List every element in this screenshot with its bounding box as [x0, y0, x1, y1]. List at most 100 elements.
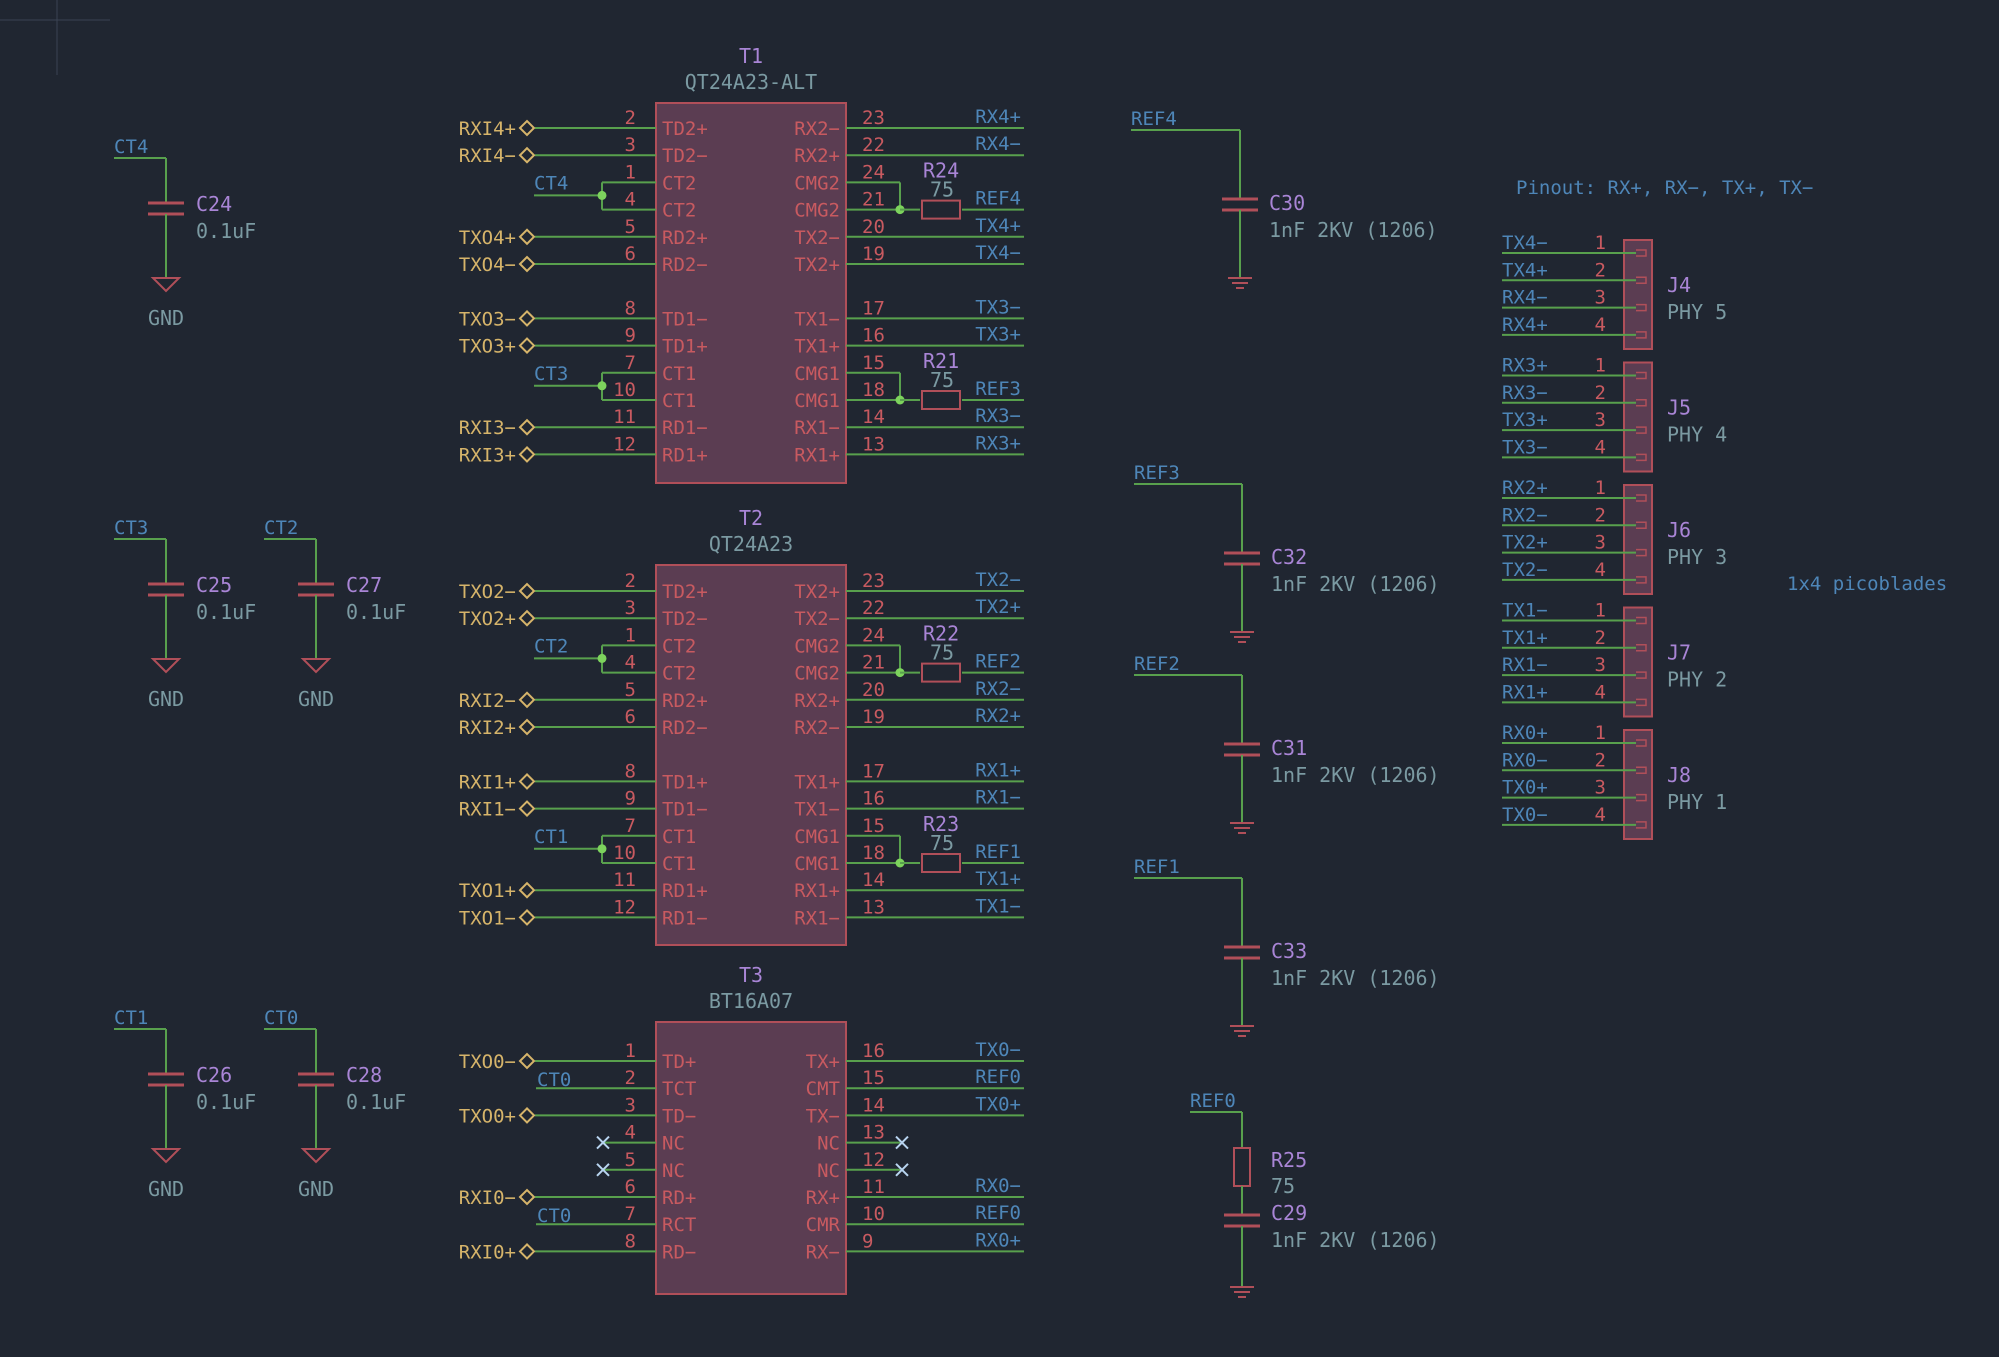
- pin-name: CMG2: [794, 663, 840, 685]
- global-label-marker: [518, 1052, 536, 1070]
- pin-number: 23: [862, 570, 885, 592]
- pin-number: 11: [613, 406, 636, 428]
- pin-number: 17: [862, 760, 885, 782]
- capacitor-reference: C30: [1269, 191, 1305, 215]
- pin-name: CMG1: [794, 853, 840, 875]
- capacitor-reference: C31: [1271, 736, 1307, 760]
- net-label: REF2: [1134, 653, 1180, 675]
- pin-number: 24: [862, 624, 885, 646]
- pin-number: 4: [625, 652, 636, 674]
- connector-value: PHY 4: [1667, 423, 1727, 447]
- global-label-marker: [518, 881, 536, 899]
- pin-number: 18: [862, 842, 885, 864]
- pin-number: 4: [1595, 559, 1606, 581]
- net-label: RX0−: [1502, 749, 1548, 771]
- pin-number: 9: [625, 788, 636, 810]
- capacitor-value: 0.1uF: [346, 1090, 406, 1114]
- net-label: RX4+: [975, 106, 1021, 128]
- net-label: CT3: [114, 517, 148, 539]
- net-label: TX3−: [975, 296, 1021, 318]
- pin-name: TD2+: [662, 118, 708, 140]
- pin-number: 2: [1595, 627, 1606, 649]
- pin-number: 10: [613, 842, 636, 864]
- transformer-t2: T2QT24A23 2 TD2+ TXO2− 3 TD2− TXO2+ 1 CT2 CT2 4 CT2…: [459, 506, 1024, 946]
- net-label: RX0+: [1502, 722, 1548, 744]
- global-label: RXI4+: [459, 118, 516, 140]
- pin-number: 14: [862, 406, 885, 428]
- pin-number: 8: [625, 1230, 636, 1252]
- pin-number: 22: [862, 597, 885, 619]
- capacitor-c28: CT0 GND C28 0.1uF: [264, 1007, 406, 1201]
- gnd-symbol: [150, 277, 182, 293]
- resistor-value: 75: [930, 178, 954, 202]
- connector-reference: J4: [1667, 273, 1691, 297]
- pin-name: RCT: [662, 1214, 696, 1236]
- global-label: TXO1+: [459, 880, 516, 902]
- pin-name: CMG2: [794, 635, 840, 657]
- global-label-marker: [518, 908, 536, 926]
- global-label: RXI2−: [459, 690, 516, 712]
- pin-number: 9: [862, 1230, 873, 1252]
- pin-name: RD2+: [662, 227, 708, 249]
- net-label: RX4−: [975, 133, 1021, 155]
- transformer-value: QT24A23: [709, 532, 793, 556]
- net-label: RX0−: [975, 1175, 1021, 1197]
- pin-name: NC: [817, 1160, 840, 1182]
- net-label: REF0: [975, 1202, 1021, 1224]
- net-label: CT2: [534, 635, 568, 657]
- pin-number: 15: [862, 815, 885, 837]
- pin-number: 6: [625, 243, 636, 265]
- connector-j7: TX1− 1 TX1+ 2 RX1− 3 RX1+ 4 J7 PHY 2: [1502, 600, 1727, 718]
- net-label: TX4−: [975, 242, 1021, 264]
- global-label-marker: [518, 418, 536, 436]
- net-label: RX1+: [1502, 681, 1548, 703]
- pin-name: TX2+: [794, 581, 840, 603]
- global-label-marker: [518, 582, 536, 600]
- pin-name: RD−: [662, 1241, 696, 1263]
- pin-name: TD1+: [662, 336, 708, 358]
- capacitor-c32: REF3 C32 1nF 2KV (1206): [1134, 462, 1440, 643]
- pin-number: 4: [1595, 436, 1606, 458]
- ref0-network: REF0 R2575 C29 1nF 2KV (1206): [1190, 1090, 1440, 1298]
- global-label-marker: [518, 228, 536, 246]
- power-label: GND: [148, 1177, 184, 1201]
- capacitor-c30: REF4 C30 1nF 2KV (1206): [1131, 108, 1438, 289]
- pin-number: 6: [625, 706, 636, 728]
- net-label: TX0+: [1502, 777, 1548, 799]
- pin-number: 13: [862, 433, 885, 455]
- net-label: TX3+: [1502, 409, 1548, 431]
- pin-name: RD2+: [662, 690, 708, 712]
- pin-name: NC: [662, 1160, 685, 1182]
- capacitor-c24: CT4 GND C24 0.1uF: [114, 136, 256, 330]
- pin-number: 1: [1595, 722, 1606, 744]
- net-label: TX3−: [1502, 436, 1548, 458]
- pin-name: RD1+: [662, 444, 708, 466]
- net-label: TX1−: [1502, 600, 1548, 622]
- pin-number: 20: [862, 679, 885, 701]
- pin-number: 17: [862, 297, 885, 319]
- pin-number: 11: [613, 869, 636, 891]
- connector-reference: J5: [1667, 396, 1691, 420]
- net-label: RX2−: [975, 678, 1021, 700]
- pin-number: 7: [625, 815, 636, 837]
- pin-name: CMG2: [794, 172, 840, 194]
- pin-number: 10: [613, 379, 636, 401]
- pin-name: TD2−: [662, 145, 708, 167]
- net-label: CT2: [264, 517, 298, 539]
- connector-value: PHY 2: [1667, 668, 1727, 692]
- gnd-symbol: [300, 658, 332, 674]
- pin-name: TX1−: [794, 799, 840, 821]
- pin-number: 2: [625, 570, 636, 592]
- capacitor-reference: C26: [196, 1063, 232, 1087]
- resistor-reference: R25: [1271, 1148, 1307, 1172]
- pin-name: TX2+: [794, 254, 840, 276]
- pin-number: 21: [862, 189, 885, 211]
- pin-name: RX1+: [794, 880, 840, 902]
- net-label: RX2+: [975, 705, 1021, 727]
- connector-value: PHY 1: [1667, 790, 1727, 814]
- global-label: TXO4−: [459, 254, 516, 276]
- transformer-value: QT24A23-ALT: [685, 70, 817, 94]
- pin-name: RX2−: [794, 717, 840, 739]
- pin-number: 19: [862, 243, 885, 265]
- resistor-value: 75: [930, 641, 954, 665]
